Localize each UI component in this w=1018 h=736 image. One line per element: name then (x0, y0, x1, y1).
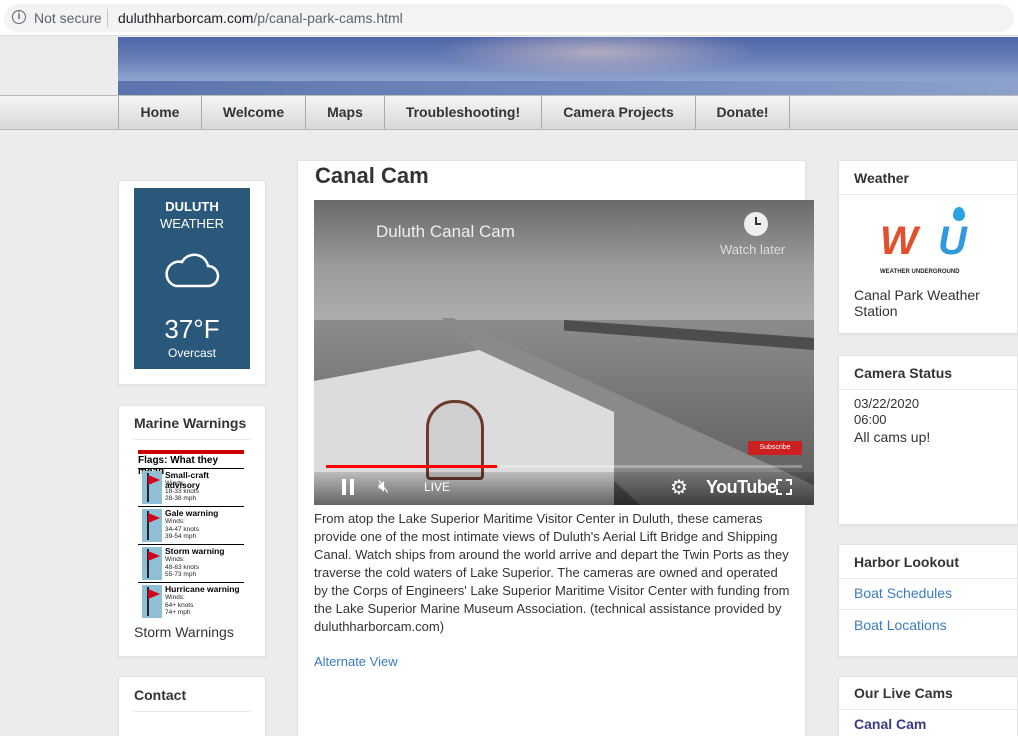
flag-row: Hurricane warning Winds: 64+ knots 74+ m… (138, 582, 244, 619)
nav-donate[interactable]: Donate! (695, 96, 789, 129)
security-label: Not secure (34, 10, 102, 26)
header-banner-image (118, 37, 1018, 95)
weather-city: DULUTH (165, 199, 219, 214)
live-label[interactable]: LIVE (424, 480, 450, 494)
pause-icon[interactable] (342, 479, 354, 495)
flag-icon (142, 471, 162, 504)
contact-panel: Contact (118, 676, 266, 736)
browser-address-bar: i Not secure duluthharborcam.com/p/canal… (0, 0, 1018, 36)
mute-icon[interactable]: 🔇︎ (378, 476, 389, 497)
cam-description: From atop the Lake Superior Maritime Vis… (314, 511, 790, 634)
main-nav: Home Welcome Maps Troubleshooting! Camer… (0, 95, 1018, 130)
flag-name: Hurricane warning (165, 584, 240, 594)
status-message: All cams up! (854, 429, 931, 445)
page-title: Canal Cam (315, 163, 429, 188)
subscribe-button[interactable]: Subscribe (748, 441, 802, 455)
canal-cam-link[interactable]: Canal Cam (854, 716, 926, 732)
youtube-logo[interactable]: YouTube (706, 477, 777, 498)
nav-home[interactable]: Home (118, 96, 201, 129)
live-cams-panel: Our Live Cams Canal Cam (838, 676, 1018, 736)
wu-letter-w: W (880, 219, 918, 263)
flag-row: Gale warning Winds: 34-47 knots 39-54 mp… (138, 506, 244, 543)
flags-chart-image[interactable]: Flags: What they mean Small-craft adviso… (138, 450, 244, 620)
video-player[interactable]: Duluth Canal Cam Watch later Subscribe 🔇… (314, 200, 814, 505)
weather-label: WEATHER (159, 216, 225, 231)
cloud-icon (165, 253, 220, 288)
boat-schedules-link[interactable]: Boat Schedules (854, 585, 952, 601)
settings-gear-icon[interactable]: ⚙ (670, 475, 688, 500)
raindrop-icon (953, 207, 965, 221)
url-path: /p/canal-park-cams.html (253, 10, 403, 26)
flag-icon (142, 509, 162, 542)
fullscreen-icon[interactable] (776, 479, 792, 495)
flag-icon (142, 547, 162, 580)
flag-details: Winds: 64+ knots 74+ mph (165, 594, 194, 616)
weather-station-link[interactable]: Canal Park Weather Station (854, 287, 1004, 319)
nav-camera-projects[interactable]: Camera Projects (541, 96, 695, 129)
weather-condition: Overcast (167, 346, 216, 360)
nav-maps[interactable]: Maps (305, 96, 384, 129)
camera-status-title: Camera Status (854, 365, 953, 381)
progress-fill (326, 465, 498, 468)
watch-later-button[interactable]: Watch later (720, 242, 785, 257)
info-icon[interactable]: i (12, 10, 26, 24)
weather-panel-title: Weather (854, 170, 909, 186)
alternate-view-link[interactable]: Alternate View (314, 654, 398, 669)
tugboat-image (426, 400, 484, 480)
boat-locations-link[interactable]: Boat Locations (854, 617, 947, 633)
live-cams-title: Our Live Cams (854, 685, 953, 701)
storm-warnings-caption: Storm Warnings (134, 624, 234, 640)
status-date: 03/22/2020 (854, 396, 920, 411)
progress-bar[interactable] (326, 465, 802, 468)
harbor-lookout-panel: Harbor Lookout Boat Schedules Boat Locat… (838, 544, 1018, 657)
flag-name: Gale warning (165, 508, 219, 518)
contact-title: Contact (134, 687, 187, 703)
wu-logo-text: WEATHER UNDERGROUND (880, 269, 960, 275)
flag-details: Winds: 48-63 knots 55-73 mph (165, 556, 199, 578)
url-text[interactable]: duluthharborcam.com/p/canal-park-cams.ht… (118, 10, 403, 26)
clock-icon[interactable] (744, 212, 768, 236)
nav-troubleshooting[interactable]: Troubleshooting! (384, 96, 541, 129)
flag-row: Storm warning Winds: 48-63 knots 55-73 m… (138, 544, 244, 581)
flag-details: Winds: 18-33 knots 28-38 mph (165, 480, 199, 502)
marine-warnings-title: Marine Warnings (134, 415, 247, 431)
wu-letter-u: U (938, 219, 967, 263)
camera-status-panel: Camera Status 03/22/2020 06:00 All cams … (838, 355, 1018, 525)
flag-row: Small-craft advisory Winds: 18-33 knots … (138, 468, 244, 505)
flag-icon (142, 585, 162, 618)
flag-name: Storm warning (165, 546, 225, 556)
flag-details: Winds: 34-47 knots 39-54 mph (165, 518, 199, 540)
divider (107, 9, 108, 27)
weather-panel: Weather Canal Park Weather Station (838, 160, 1018, 334)
video-title[interactable]: Duluth Canal Cam (376, 222, 515, 242)
duluth-weather-widget[interactable]: DULUTH WEATHER 37°F Overcast (134, 188, 250, 369)
nav-welcome[interactable]: Welcome (201, 96, 305, 129)
weather-temperature: 37°F (164, 314, 220, 344)
harbor-lookout-title: Harbor Lookout (854, 554, 959, 570)
status-time: 06:00 (854, 412, 887, 427)
url-domain: duluthharborcam.com (118, 10, 254, 26)
